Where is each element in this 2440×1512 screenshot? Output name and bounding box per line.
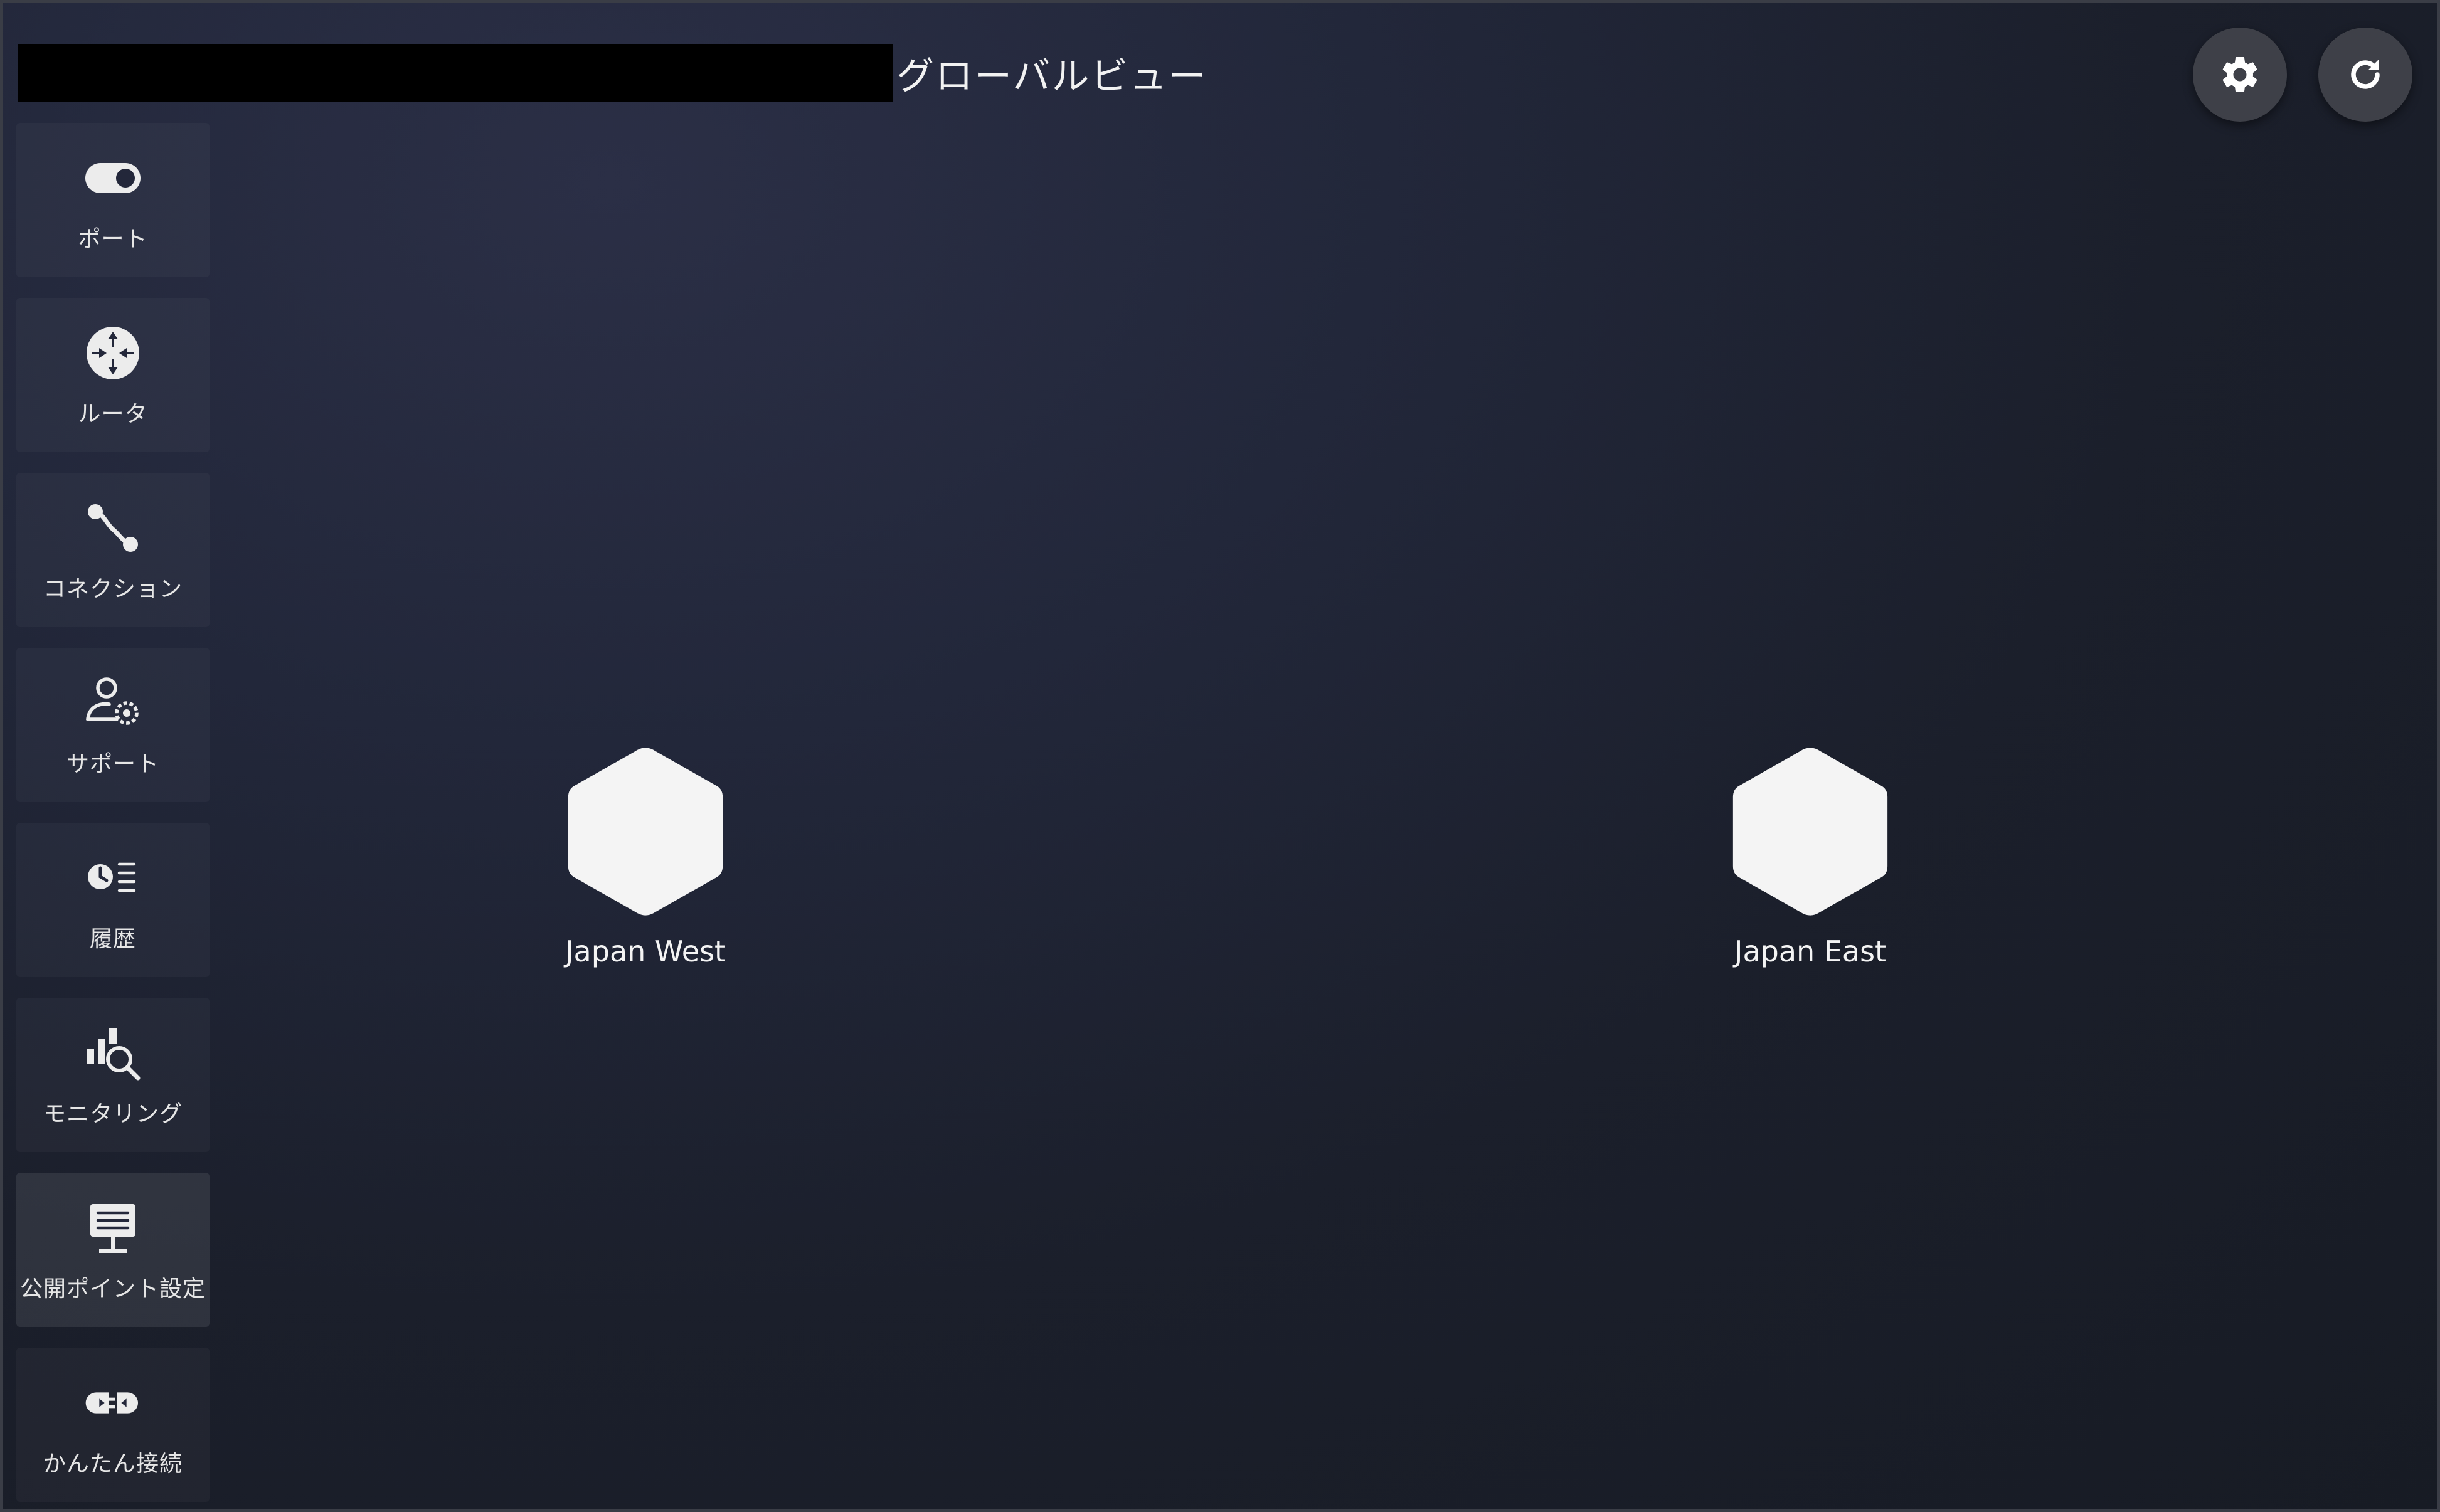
monitoring-chart-search-icon bbox=[87, 1028, 141, 1081]
router-icon bbox=[87, 327, 139, 379]
sidebar-item-port[interactable]: ポート bbox=[16, 123, 210, 277]
connection-icon bbox=[88, 504, 138, 552]
map-node-japan-east[interactable]: Japan East bbox=[1685, 743, 1936, 968]
sidebar-item-label: 公開ポイント設定 bbox=[19, 1276, 206, 1302]
sidebar-item-label: モニタリング bbox=[43, 1101, 183, 1127]
sidebar-item-label: ポート bbox=[78, 226, 148, 252]
sidebar-item-history[interactable]: 履歴 bbox=[16, 823, 210, 977]
public-point-monitor-icon bbox=[90, 1204, 135, 1253]
sidebar-item-label: コネクション bbox=[43, 576, 183, 602]
sidebar-item-label: ルータ bbox=[78, 401, 148, 427]
sidebar-item-connection[interactable]: コネクション bbox=[16, 473, 210, 627]
sidebar-item-label: サポート bbox=[66, 751, 159, 777]
page-title: グローバルビュー bbox=[896, 54, 1207, 98]
settings-button[interactable] bbox=[2193, 28, 2287, 122]
sidebar-item-monitoring[interactable]: モニタリング bbox=[16, 998, 210, 1152]
sidebar-item-public-point-settings[interactable]: 公開ポイント設定 bbox=[16, 1173, 210, 1327]
hexagon-node-icon bbox=[1732, 748, 1888, 916]
hexagon-node-icon bbox=[568, 748, 723, 916]
redacted-region bbox=[18, 44, 893, 102]
port-toggle-icon bbox=[85, 163, 141, 193]
refresh-icon bbox=[2351, 59, 2380, 89]
gear-icon bbox=[2222, 56, 2257, 92]
sidebar-item-label: 履歴 bbox=[89, 926, 136, 952]
sidebar-item-router[interactable]: ルータ bbox=[16, 298, 210, 452]
sidebar: ポート ルータ コネクション サポート 履歴 モニタリング 公開ポイント設定 か… bbox=[16, 123, 210, 1512]
easy-connect-plug-icon bbox=[85, 1392, 138, 1414]
map-node-japan-west[interactable]: Japan West bbox=[520, 743, 771, 968]
header: グローバルビュー bbox=[18, 44, 1207, 102]
node-label: Japan East bbox=[1734, 934, 1887, 968]
history-clock-list-icon bbox=[88, 862, 136, 892]
sidebar-item-label: かんたん接続 bbox=[43, 1451, 183, 1477]
support-user-gear-icon bbox=[86, 677, 139, 725]
sidebar-item-easy-connect[interactable]: かんたん接続 bbox=[16, 1348, 210, 1502]
refresh-button[interactable] bbox=[2318, 28, 2412, 122]
toolbar bbox=[2193, 28, 2412, 122]
node-label: Japan West bbox=[565, 934, 726, 968]
sidebar-item-support[interactable]: サポート bbox=[16, 648, 210, 802]
